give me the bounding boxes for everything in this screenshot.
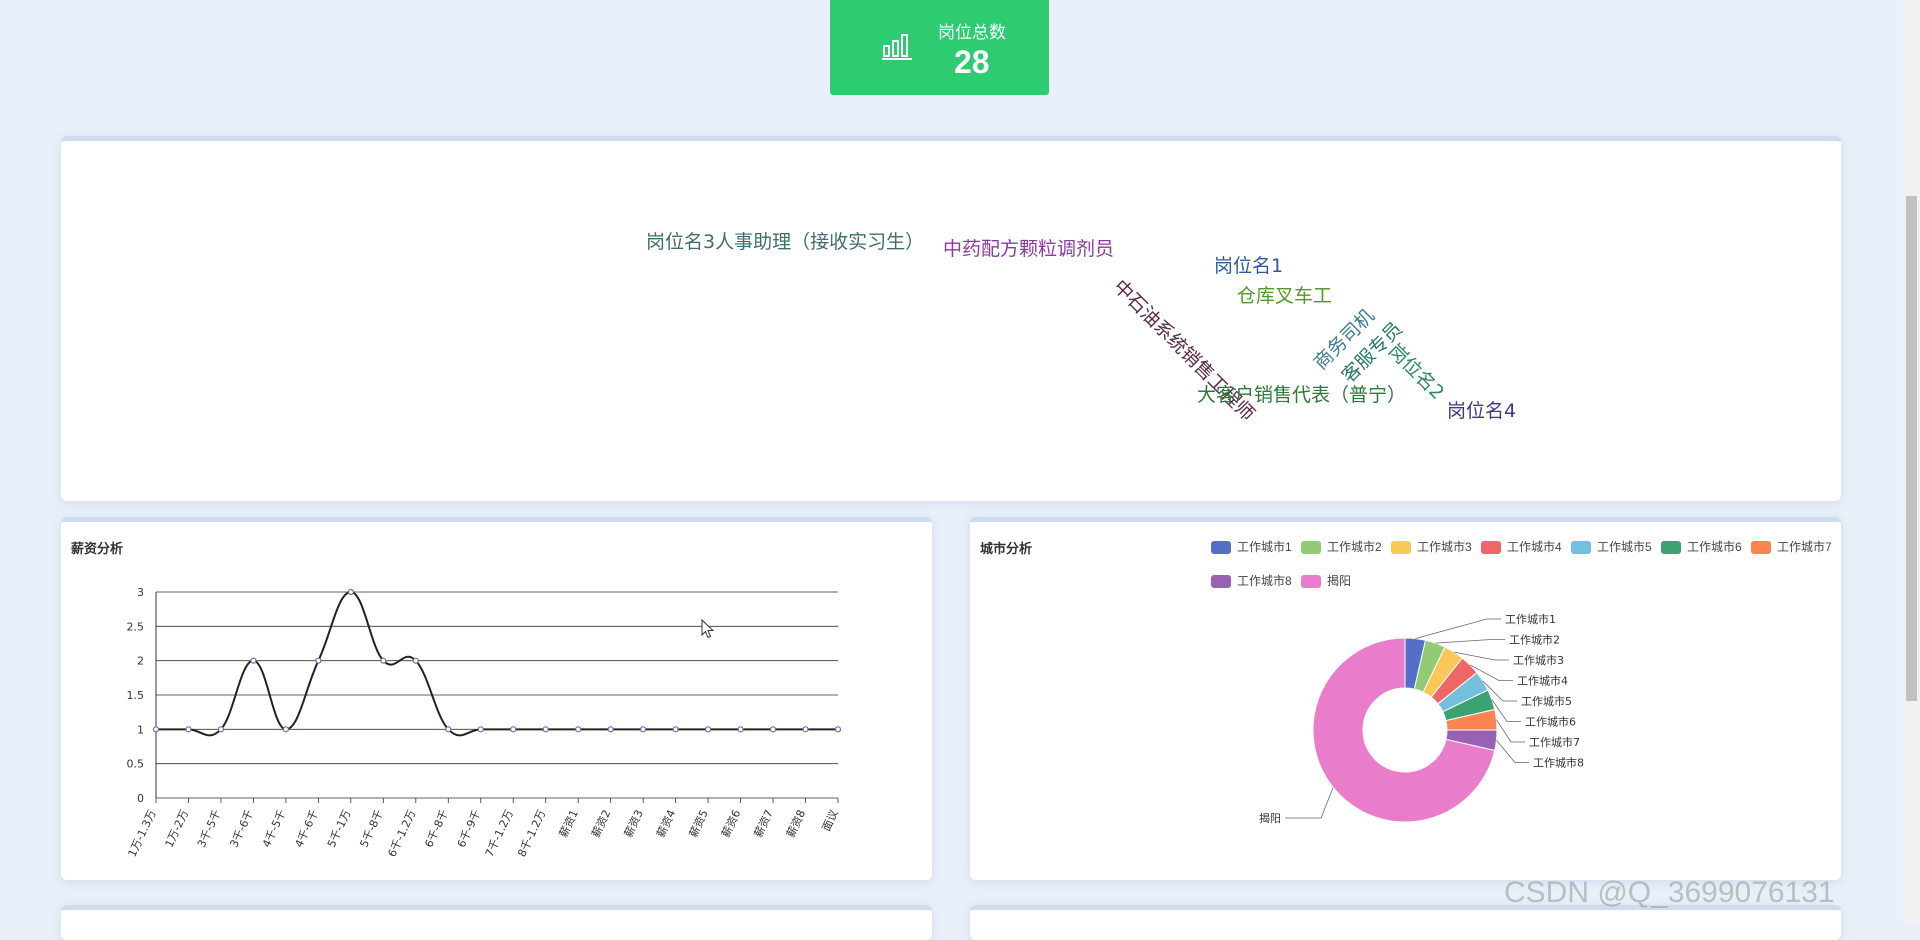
data-point	[445, 726, 452, 733]
slice-label: 工作城市2	[1509, 633, 1560, 647]
data-point	[575, 726, 582, 733]
total-positions-card: 岗位总数 28	[830, 0, 1049, 95]
label-leader	[1435, 639, 1505, 644]
data-point	[737, 726, 744, 733]
data-point	[607, 726, 614, 733]
csdn-watermark: CSDN @Q_3699076131	[1504, 876, 1835, 909]
label-leader	[1496, 740, 1529, 763]
slice-label: 工作城市4	[1517, 674, 1568, 688]
total-positions-value: 28	[954, 44, 990, 80]
mouse-cursor-icon	[701, 619, 715, 639]
salary-analysis-panel: 薪资分析 0 0.5 1 1.5 2 2.5 3 1万-1.3万 1万-2万 3千-5千 3千-6千…	[61, 517, 932, 880]
series-line	[156, 590, 838, 737]
data-point	[640, 726, 647, 733]
x-tick-label: 薪资3	[622, 808, 646, 840]
bar-chart-icon	[882, 34, 912, 60]
data-point	[510, 726, 517, 733]
city-donut-chart: 揭阳 工作城市1 工作城市2 工作城市3 工作城市4 工作城市5 工作城市6 工作城市7 工作城…	[1259, 612, 1584, 825]
x-tick-label: 薪资6	[719, 808, 743, 840]
bottom-panel-left	[61, 905, 932, 940]
data-point	[282, 726, 290, 733]
data-point	[152, 726, 160, 733]
slice-label: 工作城市7	[1529, 735, 1580, 749]
x-tick-label: 6千-1.2万	[385, 808, 418, 859]
label-leader	[1285, 787, 1334, 819]
data-point	[542, 726, 549, 733]
total-positions-label: 岗位总数	[938, 23, 1006, 42]
label-leader	[1496, 719, 1525, 743]
wordcloud-word: 岗位名1	[1214, 255, 1284, 277]
slice-label: 工作城市8	[1533, 756, 1584, 770]
x-tick-label: 3千-5千	[195, 808, 224, 850]
data-point	[704, 726, 712, 733]
y-tick-label: 0	[137, 792, 144, 805]
data-point	[477, 726, 484, 733]
wordcloud-word: 仓库叉车工	[1237, 285, 1333, 307]
data-point	[834, 726, 842, 733]
scrollbar-thumb[interactable]	[1906, 196, 1917, 701]
x-tick-label: 3千-6千	[227, 808, 256, 850]
wordcloud-word: 岗位名4	[1447, 400, 1517, 422]
wordcloud-word: 大客户销售代表（普宁）	[1197, 384, 1407, 406]
data-point	[412, 657, 419, 664]
x-tick-label: 4千-5千	[260, 808, 289, 850]
data-point	[380, 657, 387, 664]
x-tick-label: 8千-1.2万	[515, 808, 548, 859]
x-tick-label: 4千-6千	[292, 808, 321, 850]
data-point	[802, 726, 809, 733]
position-wordcloud-panel: 岗位名3人事助理（接收实习生） 中药配方颗粒调剂员 中石油系统销售工程师 岗位名…	[61, 136, 1841, 501]
city-analysis-panel: 城市分析 工作城市1 工作城市2 工作城市3 工作城市4 工作城市5 工作城市6 工作城市7…	[970, 517, 1841, 880]
page-scrollbar[interactable]	[1903, 0, 1920, 924]
slice-label: 揭阳	[1259, 811, 1281, 825]
label-leader	[1415, 618, 1501, 639]
data-point	[185, 726, 192, 733]
data-point	[769, 726, 777, 733]
y-tick-label: 2	[137, 655, 144, 668]
x-tick-label: 面议	[820, 808, 841, 833]
x-tick-label: 薪资8	[784, 808, 808, 840]
x-tick-label: 薪资1	[557, 808, 581, 840]
slice-label: 工作城市1	[1505, 612, 1556, 626]
y-tick-label: 0.5	[127, 758, 145, 771]
x-tick-label: 5千-8千	[357, 808, 386, 850]
y-tick-label: 3	[137, 586, 144, 599]
y-tick-label: 1	[137, 723, 144, 736]
data-point	[672, 726, 679, 733]
salary-line-chart: 0 0.5 1 1.5 2 2.5 3 1万-1.3万 1万-2万 3千-5千 3千-6千 4千-5千…	[126, 586, 842, 859]
bottom-panel-right	[970, 905, 1841, 940]
x-tick-label: 5千-1万	[325, 808, 354, 850]
y-tick-label: 2.5	[127, 620, 145, 633]
x-tick-label: 7千-1.2万	[483, 808, 516, 859]
slice-label: 工作城市3	[1513, 653, 1564, 667]
x-tick-label: 薪资7	[752, 808, 776, 840]
data-point	[250, 657, 257, 664]
data-point	[347, 588, 354, 596]
x-tick-label: 6千-9千	[455, 808, 484, 850]
wordcloud-word: 岗位名3人事助理（接收实习生）	[646, 231, 925, 253]
data-point	[315, 657, 322, 664]
x-tick-label: 6千-8千	[422, 808, 451, 850]
data-point	[217, 726, 225, 733]
y-tick-label: 1.5	[127, 689, 145, 702]
wordcloud-word: 中药配方颗粒调剂员	[943, 238, 1115, 260]
x-tick-label: 薪资5	[687, 808, 711, 840]
x-tick-label: 薪资4	[654, 808, 678, 840]
x-tick-label: 1万-2万	[163, 808, 192, 850]
x-tick-label: 薪资2	[589, 808, 613, 840]
x-tick-label: 1万-1.3万	[126, 808, 159, 859]
slice-label: 工作城市6	[1525, 715, 1576, 729]
slice-label: 工作城市5	[1521, 694, 1572, 708]
